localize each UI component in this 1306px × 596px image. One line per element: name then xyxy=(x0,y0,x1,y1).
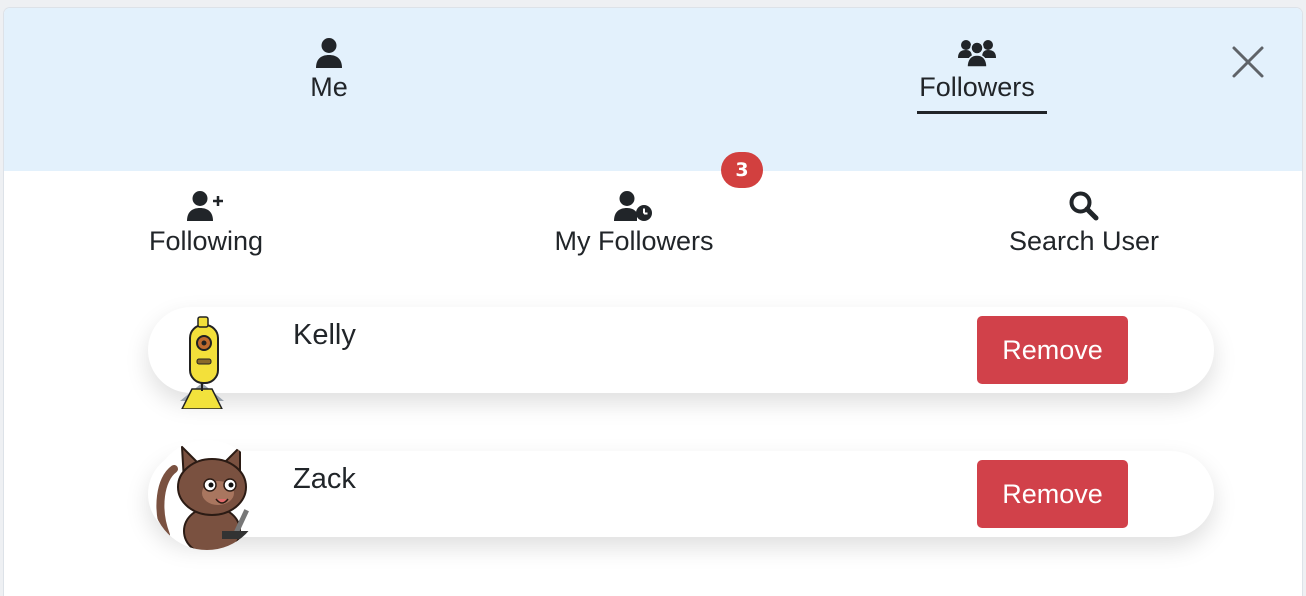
top-tab-bar: Me Followers xyxy=(4,8,1302,171)
close-icon xyxy=(1232,46,1264,78)
tab-followers[interactable]: Followers xyxy=(897,34,1057,124)
tab-search-user-label: Search User xyxy=(1008,226,1160,256)
search-icon xyxy=(1068,186,1100,226)
tab-following[interactable]: Following xyxy=(136,186,276,276)
tab-my-followers-label: My Followers xyxy=(554,226,714,256)
follower-name: Kelly xyxy=(293,319,356,351)
remove-button[interactable]: Remove xyxy=(977,460,1128,528)
follower-row: Zack Remove xyxy=(148,440,1214,550)
tab-my-followers[interactable]: My Followers xyxy=(544,186,724,276)
followers-panel: Me Followers Following My Followers Sear… xyxy=(4,8,1302,596)
users-icon xyxy=(958,34,996,72)
close-button[interactable] xyxy=(1230,44,1266,80)
user-plus-icon xyxy=(187,186,225,226)
remove-button[interactable]: Remove xyxy=(977,316,1128,384)
user-clock-icon xyxy=(614,186,654,226)
tab-followers-label: Followers xyxy=(919,72,1035,102)
tab-me-label: Me xyxy=(310,72,348,102)
brown-cat-avatar xyxy=(152,439,262,556)
tab-me[interactable]: Me xyxy=(249,34,409,124)
follower-row: Kelly Remove xyxy=(148,307,1214,410)
follower-name: Zack xyxy=(293,463,356,495)
notification-badge: 3 xyxy=(721,152,763,188)
tab-search-user[interactable]: Search User xyxy=(999,186,1169,276)
user-icon xyxy=(314,34,344,72)
yellow-robot-avatar xyxy=(152,313,242,414)
active-tab-indicator xyxy=(917,111,1047,114)
tab-following-label: Following xyxy=(148,226,264,256)
